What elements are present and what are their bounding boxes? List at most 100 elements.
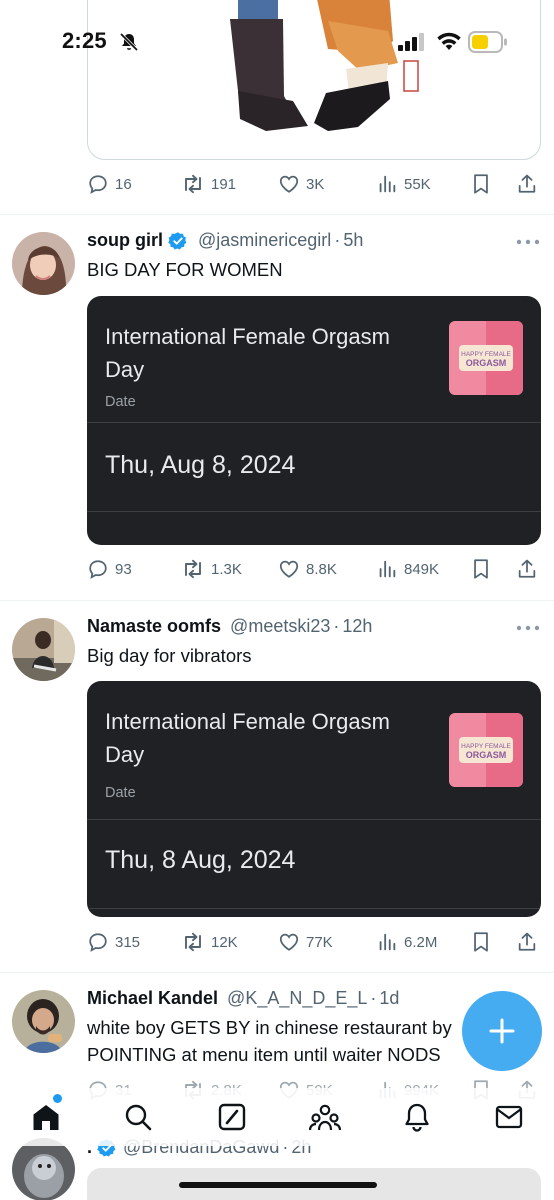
share-icon bbox=[518, 559, 536, 578]
views-count: 849K bbox=[404, 560, 440, 578]
avatar-image bbox=[12, 618, 75, 681]
share-icon bbox=[518, 174, 536, 193]
display-name[interactable]: Namaste oomfs bbox=[87, 616, 221, 637]
views-chart-icon bbox=[379, 175, 396, 193]
event-separator bbox=[87, 422, 541, 423]
display-name[interactable]: soup girl bbox=[87, 230, 163, 251]
reply-icon bbox=[89, 560, 107, 579]
reply-icon bbox=[89, 175, 107, 194]
bookmark-icon bbox=[474, 559, 488, 579]
bookmark-icon bbox=[474, 932, 488, 952]
avatar[interactable] bbox=[12, 232, 75, 295]
more-options-icon[interactable] bbox=[516, 239, 540, 245]
repost-button[interactable]: 12K bbox=[181, 931, 238, 953]
avatar-image bbox=[12, 990, 75, 1053]
reply-button[interactable]: 16 bbox=[87, 173, 132, 195]
repost-icon bbox=[185, 559, 201, 579]
compose-tweet-button[interactable] bbox=[462, 991, 542, 1071]
avatar[interactable] bbox=[12, 618, 75, 681]
repost-icon bbox=[185, 174, 201, 194]
grok-icon bbox=[218, 1103, 246, 1131]
event-date: Thu, 8 Aug, 2024 bbox=[105, 846, 296, 874]
like-button[interactable]: 3K bbox=[278, 173, 324, 195]
thumb-line2: ORGASM bbox=[466, 750, 507, 760]
nav-search[interactable] bbox=[121, 1100, 155, 1134]
avatar[interactable] bbox=[12, 1138, 75, 1200]
tweet-time[interactable]: 12h bbox=[342, 616, 372, 637]
views-chart-icon bbox=[379, 560, 396, 578]
nav-grok[interactable] bbox=[215, 1100, 249, 1134]
event-type-label: Date bbox=[105, 785, 136, 801]
reply-button[interactable]: 93 bbox=[87, 558, 132, 580]
tweet-actions-bar: 16 191 3K 55K bbox=[87, 169, 541, 199]
nav-messages[interactable] bbox=[492, 1100, 526, 1134]
tweet-time[interactable]: 5h bbox=[343, 230, 363, 251]
like-count: 3K bbox=[306, 175, 325, 193]
event-separator bbox=[87, 511, 541, 512]
event-separator bbox=[87, 908, 541, 909]
user-handle[interactable]: @meetski23 bbox=[230, 616, 330, 637]
heart-icon bbox=[279, 933, 299, 951]
cellular-signal-icon bbox=[398, 33, 424, 51]
views-count: 6.2M bbox=[404, 933, 438, 951]
nav-communities[interactable] bbox=[308, 1100, 342, 1134]
share-button[interactable] bbox=[516, 931, 538, 953]
repost-button[interactable]: 1.3K bbox=[181, 558, 242, 580]
tweet-text: white boy GETS BY in chinese restaurant … bbox=[87, 1014, 452, 1068]
reply-count: 315 bbox=[115, 933, 141, 951]
event-card[interactable]: International Female Orgasm Day Date HAP… bbox=[87, 296, 541, 545]
bookmark-icon bbox=[474, 174, 488, 194]
tweet-text-line: white boy GETS BY in chinese restaurant … bbox=[87, 1017, 452, 1038]
event-title: International Female Orgasm Day bbox=[105, 709, 390, 767]
views-button[interactable]: 849K bbox=[376, 558, 439, 580]
tweet-divider bbox=[0, 214, 554, 215]
separator-dot: · bbox=[333, 616, 340, 636]
user-handle[interactable]: @jasminericegirl bbox=[198, 230, 331, 251]
bottom-navigation-bar bbox=[0, 1088, 554, 1146]
thumb-line2: ORGASM bbox=[466, 358, 507, 368]
reply-button[interactable]: 315 bbox=[87, 931, 140, 953]
reply-count: 16 bbox=[115, 175, 132, 193]
event-card[interactable]: International Female Orgasm Day Date HAP… bbox=[87, 681, 541, 917]
status-bar: 2:25 bbox=[0, 0, 554, 88]
tweet-text-line: POINTING at menu item until waiter NODS bbox=[87, 1044, 441, 1065]
like-button[interactable]: 77K bbox=[278, 931, 333, 953]
views-count: 55K bbox=[404, 175, 431, 193]
views-button[interactable]: 55K bbox=[376, 173, 431, 195]
reply-icon bbox=[89, 933, 107, 952]
avatar-image bbox=[12, 232, 75, 295]
tweet-header: Michael Kandel @K_A_N_D_E_L · 1d bbox=[87, 988, 399, 1009]
tweet-time[interactable]: 1d bbox=[379, 988, 399, 1009]
like-button[interactable]: 8.8K bbox=[278, 558, 337, 580]
bookmark-button[interactable] bbox=[471, 931, 491, 953]
share-button[interactable] bbox=[516, 558, 538, 580]
compose-plus-icon bbox=[489, 1018, 515, 1044]
views-chart-icon bbox=[379, 933, 396, 951]
repost-count: 12K bbox=[211, 933, 238, 951]
bookmark-button[interactable] bbox=[471, 558, 491, 580]
tweet-text: Big day for vibrators bbox=[87, 645, 252, 666]
repost-button[interactable]: 191 bbox=[181, 173, 236, 195]
event-date: Thu, Aug 8, 2024 bbox=[105, 451, 296, 479]
nav-notifications[interactable] bbox=[400, 1100, 434, 1134]
display-name[interactable]: Michael Kandel bbox=[87, 988, 218, 1009]
avatar[interactable] bbox=[12, 990, 75, 1053]
views-button[interactable]: 6.2M bbox=[376, 931, 437, 953]
more-options-icon[interactable] bbox=[516, 625, 540, 631]
home-indicator[interactable] bbox=[179, 1182, 377, 1188]
repost-count: 1.3K bbox=[211, 560, 242, 578]
bookmark-button[interactable] bbox=[471, 173, 491, 195]
separator-dot: · bbox=[370, 988, 377, 1008]
thumb-line1: HAPPY FEMALE bbox=[461, 351, 511, 358]
tweet-actions-bar: 315 12K 77K 6.2M bbox=[87, 927, 541, 957]
nav-home[interactable] bbox=[29, 1100, 63, 1134]
silent-mode-icon bbox=[119, 32, 139, 52]
event-thumbnail: HAPPY FEMALE ORGASM bbox=[449, 713, 523, 787]
like-count: 77K bbox=[306, 933, 333, 951]
share-button[interactable] bbox=[516, 173, 538, 195]
event-thumbnail: HAPPY FEMALE ORGASM bbox=[449, 321, 523, 395]
tweet-text: BIG DAY FOR WOMEN bbox=[87, 259, 283, 280]
user-handle[interactable]: @K_A_N_D_E_L bbox=[227, 988, 367, 1009]
event-type-label: Date bbox=[105, 394, 136, 410]
thumb-line1: HAPPY FEMALE bbox=[461, 743, 511, 750]
